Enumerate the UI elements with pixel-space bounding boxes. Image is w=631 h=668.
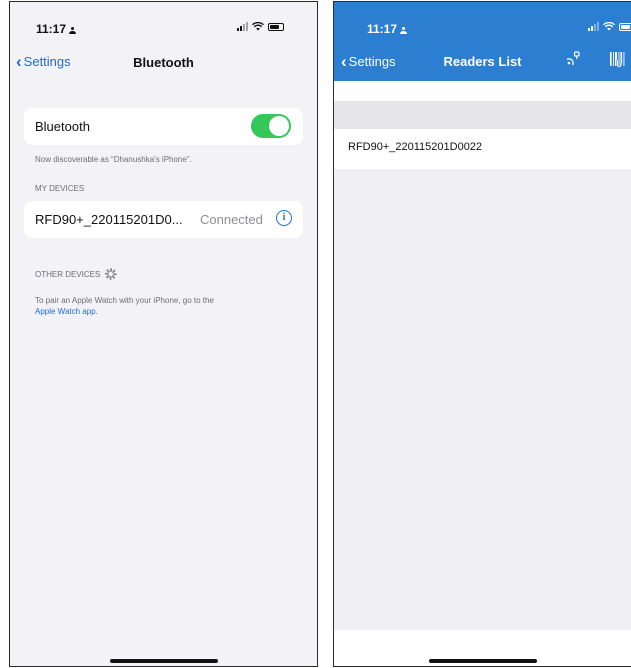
status-time: 11:17 [367, 22, 408, 36]
wifi-icon [603, 22, 615, 31]
bluetooth-label: Bluetooth [35, 119, 90, 134]
device-row[interactable]: RFD90+_220115201D0... Connected i [24, 201, 303, 238]
discoverable-text: Now discoverable as “Dhanushka's iPhone”… [35, 155, 192, 164]
connect-rfid-icon[interactable] [564, 50, 582, 68]
person-icon [69, 27, 77, 34]
person-icon [400, 27, 408, 34]
list-header-spacer [334, 81, 631, 101]
battery-icon [268, 23, 284, 31]
readers-list-screen: 11:17 ‹ Settings Readers List RFD90+_220… [333, 1, 631, 667]
reader-name: RFD90+_220115201D0022 [348, 141, 483, 153]
home-indicator [428, 659, 537, 663]
page-title: Bluetooth [133, 55, 194, 70]
info-icon[interactable]: i [276, 210, 292, 226]
page-title: Readers List [443, 54, 522, 69]
bluetooth-toggle-row: Bluetooth [24, 108, 303, 145]
battery-icon [619, 23, 631, 31]
apple-watch-note: To pair an Apple Watch with your iPhone,… [35, 295, 305, 317]
other-devices-header: OTHER DEVICES [35, 268, 118, 280]
wifi-icon [252, 22, 264, 31]
home-indicator [109, 659, 218, 663]
status-icons [237, 22, 284, 31]
reader-list-item[interactable]: RFD90+_220115201D0022 [334, 129, 631, 169]
status-icons [588, 22, 631, 31]
pair-text: To pair an Apple Watch with your iPhone,… [35, 296, 214, 305]
section-separator [334, 101, 631, 129]
nav-bar: ‹ Settings Bluetooth [10, 46, 317, 80]
my-devices-header: MY DEVICES [35, 184, 85, 193]
cellular-signal-icon [588, 22, 599, 31]
bluetooth-toggle[interactable] [251, 114, 291, 138]
toggle-knob [269, 116, 289, 136]
status-time: 11:17 [36, 22, 77, 36]
device-status: Connected [200, 212, 263, 227]
bottom-area [334, 630, 631, 666]
barcode-icon[interactable] [608, 50, 628, 70]
app-header: 11:17 ‹ Settings Readers List [334, 2, 631, 81]
cellular-signal-icon [237, 22, 248, 31]
status-bar: 11:17 [10, 2, 317, 42]
loading-spinner-icon [105, 268, 118, 280]
other-devices-label: OTHER DEVICES [35, 270, 101, 279]
apple-watch-app-link[interactable]: Apple Watch app. [35, 307, 98, 316]
device-name: RFD90+_220115201D0... [35, 212, 183, 227]
bluetooth-settings-screen: 11:17 ‹ Settings Bluetooth Bluetooth Now… [9, 1, 318, 667]
